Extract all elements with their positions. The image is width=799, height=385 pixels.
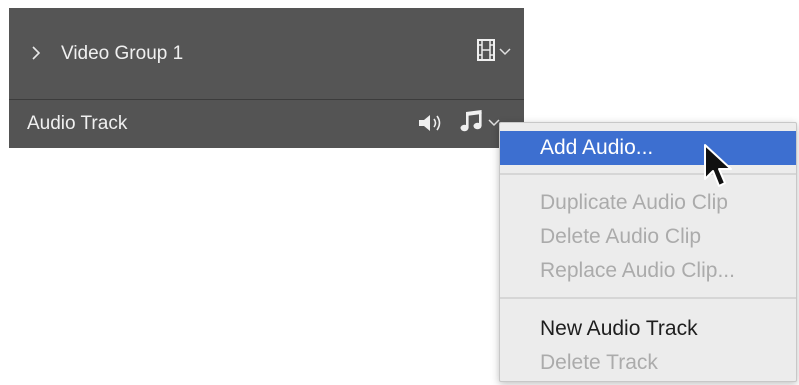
speaker-icon[interactable] [415,110,445,136]
audio-track-label: Audio Track [27,113,128,134]
menu-item-duplicate-audio-clip[interactable]: Duplicate Audio Clip [500,186,796,220]
menu-separator [500,297,796,299]
menu-separator [500,173,796,175]
mouse-pointer-icon [703,143,737,193]
menu-item-replace-audio-clip[interactable]: Replace Audio Clip... [500,254,796,288]
chevron-down-icon [499,43,511,61]
audio-track-row[interactable]: Audio Track [9,100,524,148]
film-strip-icon [476,38,496,66]
timeline-panel: Video Group 1 Audio Track [9,8,524,148]
audio-context-menu: Add Audio... Duplicate Audio Clip Delete… [499,122,797,382]
video-group-label: Video Group 1 [61,43,184,64]
video-group-menu-button[interactable] [476,38,514,66]
menu-item-delete-track[interactable]: Delete Track [500,346,796,380]
menu-item-delete-audio-clip[interactable]: Delete Audio Clip [500,220,796,254]
chevron-right-icon[interactable] [27,44,45,62]
menu-item-add-audio[interactable]: Add Audio... [500,131,796,165]
menu-item-new-audio-track[interactable]: New Audio Track [500,312,796,346]
screenshot-stage: Video Group 1 Audio Track Add Audio... D… [0,0,799,385]
video-group-row[interactable]: Video Group 1 [9,8,524,99]
music-note-icon [460,109,486,138]
